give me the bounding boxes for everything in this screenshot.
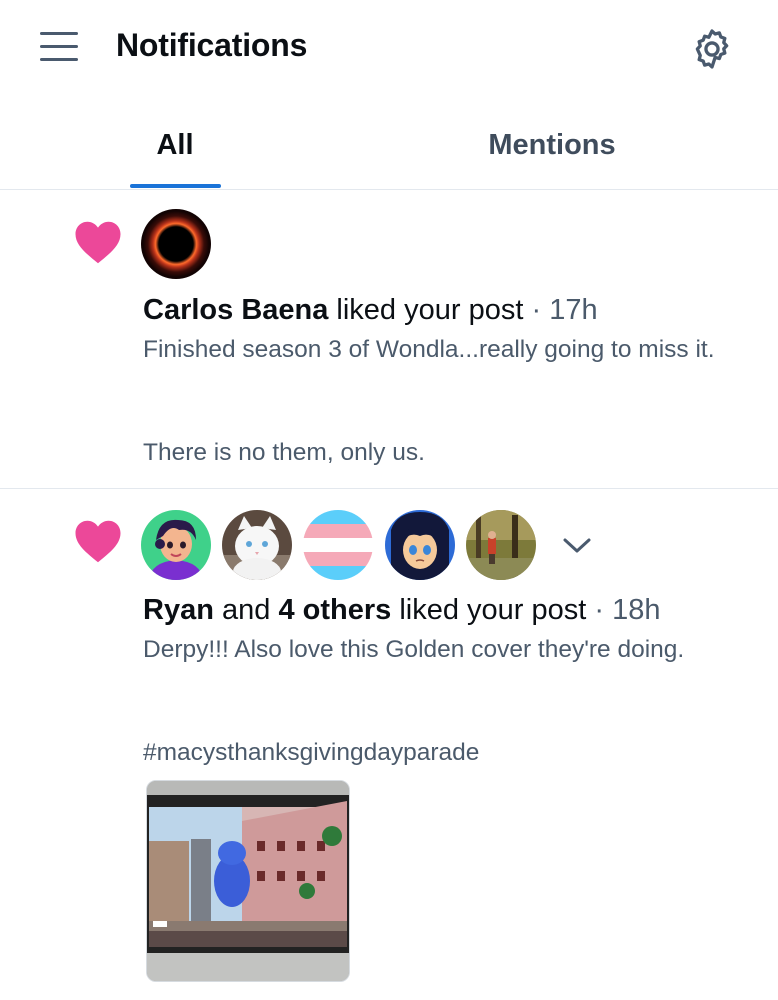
app-header: Notifications — [0, 0, 778, 100]
tab-mentions[interactable]: Mentions — [470, 100, 634, 190]
post-excerpt: Finished season 3 of Wondla...really goi… — [143, 336, 715, 363]
avatar[interactable] — [141, 209, 211, 279]
avatar[interactable] — [385, 510, 455, 580]
gear-icon[interactable] — [690, 27, 734, 71]
notification-headline: Carlos Baena liked your post · 17h — [143, 292, 598, 328]
chevron-down-icon[interactable] — [556, 530, 598, 560]
separator: · — [531, 294, 542, 326]
hamburger-menu-icon[interactable] — [38, 30, 82, 66]
notification-item[interactable]: Ryan and 4 others liked your post · 18h … — [0, 490, 778, 1000]
notification-headline: Ryan and 4 others liked your post · 18h — [143, 592, 661, 628]
tab-bar: All Mentions — [0, 100, 778, 190]
notification-item[interactable]: Carlos Baena liked your post · 17h Finis… — [0, 191, 778, 489]
avatar[interactable] — [466, 510, 536, 580]
hashtag[interactable]: #macysthanksgivingdayparade — [143, 735, 743, 770]
avatar[interactable] — [141, 510, 211, 580]
post-excerpt: Derpy!!! Also love this Golden cover the… — [143, 636, 685, 663]
conjunction-text: and — [221, 594, 271, 626]
post-image-thumbnail[interactable] — [146, 780, 350, 982]
active-tab-indicator — [130, 184, 221, 188]
post-excerpt-line: There is no them, only us. — [143, 439, 425, 466]
page-title: Notifications — [116, 27, 308, 63]
action-text: liked your post — [399, 594, 587, 626]
timestamp: 18h — [612, 594, 661, 626]
separator: · — [594, 594, 605, 626]
others-count[interactable]: 4 others — [278, 594, 391, 626]
heart-icon — [75, 221, 121, 264]
avatar[interactable] — [303, 510, 373, 580]
avatar[interactable] — [222, 510, 292, 580]
user-name[interactable]: Ryan — [143, 594, 214, 626]
user-name[interactable]: Carlos Baena — [143, 294, 328, 326]
heart-icon — [75, 520, 121, 563]
action-text: liked your post — [336, 294, 524, 326]
tab-all[interactable]: All — [128, 100, 222, 190]
timestamp: 17h — [549, 294, 598, 326]
